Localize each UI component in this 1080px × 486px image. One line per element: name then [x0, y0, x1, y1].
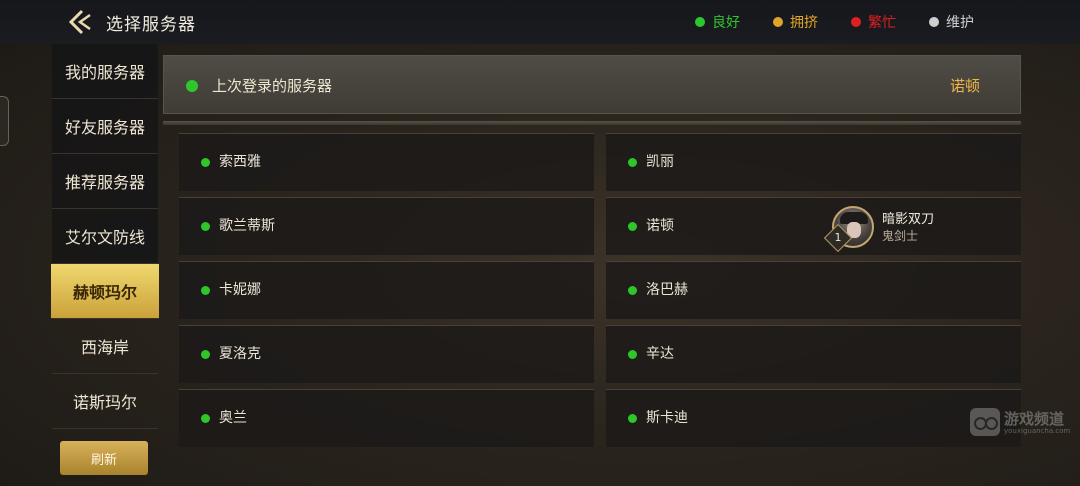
status-good-dot-icon	[186, 80, 198, 92]
region-sidebar: 我的服务器 好友服务器 推荐服务器 艾尔文防线 赫顿玛尔 西海岸 诺斯玛尔	[51, 44, 159, 429]
server-item[interactable]: 夏洛克	[179, 325, 594, 383]
status-good-dot-icon	[201, 350, 210, 359]
status-good-dot-icon	[628, 286, 637, 295]
sidebar-item-elvenguard[interactable]: 艾尔文防线	[52, 209, 158, 264]
divider	[163, 121, 1021, 125]
status-good-dot-icon	[201, 286, 210, 295]
status-good-dot-icon	[628, 350, 637, 359]
refresh-button[interactable]: 刷新	[60, 441, 148, 475]
status-good-dot-icon	[628, 414, 637, 423]
last-login-label: 上次登录的服务器	[212, 77, 333, 95]
sidebar-item-friend-servers[interactable]: 好友服务器	[52, 99, 158, 154]
server-item[interactable]: 凯丽	[606, 133, 1021, 191]
back-arrow-icon[interactable]	[66, 7, 96, 37]
status-maintenance-dot-icon	[929, 17, 939, 27]
status-good-dot-icon	[628, 222, 637, 231]
sidebar-item-recommended-servers[interactable]: 推荐服务器	[52, 154, 158, 209]
server-item[interactable]: 奥兰	[179, 389, 594, 447]
page-title: 选择服务器	[106, 15, 196, 35]
last-login-server[interactable]: 诺顿	[950, 75, 980, 96]
last-login-bar[interactable]: 上次登录的服务器 诺顿	[163, 55, 1021, 114]
server-name: 奥兰	[219, 410, 247, 426]
server-name: 歌兰蒂斯	[219, 218, 275, 234]
sidebar-item-my-servers[interactable]: 我的服务器	[52, 44, 158, 99]
character-class: 鬼剑士	[882, 229, 919, 243]
server-item[interactable]: 斯卡迪	[606, 389, 1021, 447]
server-name: 索西雅	[219, 154, 261, 170]
legend-crowded: 拥挤	[773, 12, 818, 32]
server-name: 凯丽	[646, 154, 674, 170]
status-good-dot-icon	[201, 222, 210, 231]
legend-good: 良好	[695, 12, 740, 32]
server-item[interactable]: 卡妮娜	[179, 261, 594, 319]
server-item[interactable]: 辛达	[606, 325, 1021, 383]
legend-maintenance: 维护	[929, 12, 974, 32]
top-bar: 选择服务器 良好 拥挤 繁忙 维护	[0, 0, 1080, 44]
sidebar-item-west-coast[interactable]: 西海岸	[52, 319, 158, 374]
watermark: 游戏频道 youxiguancha.com	[970, 408, 1080, 438]
server-name: 夏洛克	[219, 346, 261, 362]
status-crowded-dot-icon	[773, 17, 783, 27]
status-good-dot-icon	[201, 414, 210, 423]
status-good-dot-icon	[695, 17, 705, 27]
status-good-dot-icon	[201, 158, 210, 167]
server-list: 索西雅 凯丽 歌兰蒂斯 诺顿 1 暗影双刀 鬼剑士 卡妮娜 洛巴赫 夏洛克 辛达…	[179, 133, 1021, 447]
server-name: 斯卡迪	[646, 410, 688, 426]
legend-busy: 繁忙	[851, 12, 896, 32]
server-item[interactable]: 索西雅	[179, 133, 594, 191]
server-name: 洛巴赫	[646, 282, 688, 298]
server-name: 辛达	[646, 346, 674, 362]
sidebar-item-hendon-myre[interactable]: 赫顿玛尔	[51, 264, 159, 319]
server-item[interactable]: 诺顿 1 暗影双刀 鬼剑士	[606, 197, 1021, 255]
status-busy-dot-icon	[851, 17, 861, 27]
character-name: 暗影双刀	[882, 212, 935, 227]
server-item[interactable]: 洛巴赫	[606, 261, 1021, 319]
status-good-dot-icon	[628, 158, 637, 167]
side-handle[interactable]	[0, 96, 9, 146]
server-item[interactable]: 歌兰蒂斯	[179, 197, 594, 255]
watermark-logo-icon	[970, 408, 1000, 436]
sidebar-item-nosmar[interactable]: 诺斯玛尔	[52, 374, 158, 429]
server-name: 卡妮娜	[219, 282, 261, 298]
server-name: 诺顿	[646, 218, 674, 234]
